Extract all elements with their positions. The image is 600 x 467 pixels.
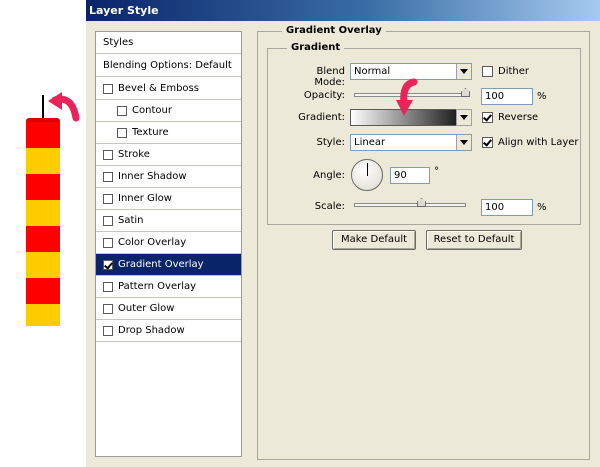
chevron-down-icon[interactable] bbox=[456, 64, 471, 79]
style-item-label: Bevel & Emboss bbox=[118, 83, 199, 94]
angle-label: Angle: bbox=[313, 170, 345, 181]
make-default-button[interactable]: Make Default bbox=[332, 230, 416, 250]
annotation-arrow-icon bbox=[396, 78, 418, 116]
style-item-label: Texture bbox=[132, 127, 169, 138]
style-value: Linear bbox=[354, 137, 386, 148]
group-title: Gradient bbox=[287, 42, 345, 53]
style-item-pattern-overlay[interactable]: Pattern Overlay bbox=[96, 276, 241, 298]
style-item-satin[interactable]: Satin bbox=[96, 210, 241, 232]
style-item-inner-glow[interactable]: Inner Glow bbox=[96, 188, 241, 210]
panel-title: Gradient Overlay bbox=[282, 25, 386, 36]
style-item-bevel-emboss[interactable]: Bevel & Emboss bbox=[96, 78, 241, 100]
style-item-label: Satin bbox=[118, 215, 144, 226]
reverse-label: Reverse bbox=[498, 112, 539, 123]
styles-header[interactable]: Styles bbox=[96, 32, 241, 54]
blend-mode-value: Normal bbox=[354, 66, 391, 77]
chevron-down-icon[interactable] bbox=[456, 135, 471, 150]
scale-unit: % bbox=[537, 202, 547, 213]
align-with-layer-label: Align with Layer bbox=[498, 137, 579, 148]
window-title: Layer Style bbox=[86, 0, 600, 21]
candle-illustration bbox=[26, 92, 80, 326]
inner-glow-checkbox[interactable] bbox=[103, 194, 113, 204]
opacity-unit: % bbox=[537, 91, 547, 102]
opacity-label: Opacity: bbox=[303, 90, 345, 101]
style-item-label: Drop Shadow bbox=[118, 325, 185, 336]
style-item-drop-shadow[interactable]: Drop Shadow bbox=[96, 320, 241, 342]
style-item-label: Stroke bbox=[118, 149, 150, 160]
style-label: Style: bbox=[316, 137, 346, 148]
dither-label: Dither bbox=[498, 66, 530, 77]
style-item-color-overlay[interactable]: Color Overlay bbox=[96, 232, 241, 254]
drop-shadow-checkbox[interactable] bbox=[103, 326, 113, 336]
pattern-overlay-checkbox[interactable] bbox=[103, 282, 113, 292]
angle-input[interactable]: 90 bbox=[390, 167, 430, 184]
scale-slider[interactable] bbox=[354, 198, 466, 207]
reverse-checkbox[interactable] bbox=[482, 112, 493, 123]
gradient-label: Gradient: bbox=[298, 112, 345, 123]
inner-shadow-checkbox[interactable] bbox=[103, 172, 113, 182]
color-overlay-checkbox[interactable] bbox=[103, 238, 113, 248]
style-item-contour[interactable]: Contour bbox=[96, 100, 241, 122]
scale-input[interactable]: 100 bbox=[481, 199, 533, 216]
angle-dial[interactable] bbox=[351, 159, 383, 191]
angle-unit: ° bbox=[434, 166, 439, 177]
styles-list: Styles Blending Options: Default Bevel &… bbox=[95, 31, 242, 457]
contour-checkbox[interactable] bbox=[117, 106, 127, 116]
style-item-stroke[interactable]: Stroke bbox=[96, 144, 241, 166]
style-item-label: Outer Glow bbox=[118, 303, 175, 314]
opacity-input[interactable]: 100 bbox=[481, 88, 533, 105]
angle-needle bbox=[367, 163, 368, 176]
reset-to-default-button[interactable]: Reset to Default bbox=[426, 230, 522, 250]
outer-glow-checkbox[interactable] bbox=[103, 304, 113, 314]
curved-arrow-icon bbox=[48, 92, 80, 122]
style-item-label: Gradient Overlay bbox=[118, 259, 204, 270]
blend-mode-label: Blend Mode: bbox=[314, 66, 345, 88]
gradient-overlay-checkbox[interactable] bbox=[103, 260, 113, 270]
chevron-down-icon[interactable] bbox=[456, 109, 472, 126]
texture-checkbox[interactable] bbox=[117, 128, 127, 138]
satin-checkbox[interactable] bbox=[103, 216, 113, 226]
blending-options[interactable]: Blending Options: Default bbox=[96, 55, 241, 77]
scale-label: Scale: bbox=[314, 201, 345, 212]
candle-body bbox=[26, 122, 60, 326]
style-item-gradient-overlay[interactable]: Gradient Overlay bbox=[96, 254, 241, 276]
style-item-label: Pattern Overlay bbox=[118, 281, 197, 292]
dither-checkbox[interactable] bbox=[482, 66, 493, 77]
bevel-emboss-checkbox[interactable] bbox=[103, 84, 113, 94]
style-item-label: Color Overlay bbox=[118, 237, 187, 248]
stroke-checkbox[interactable] bbox=[103, 150, 113, 160]
layer-style-dialog: Layer Style Styles Blending Options: Def… bbox=[86, 0, 600, 467]
style-item-label: Contour bbox=[132, 105, 172, 116]
align-with-layer-checkbox[interactable] bbox=[482, 137, 493, 148]
style-select[interactable]: Linear bbox=[350, 134, 472, 151]
style-item-texture[interactable]: Texture bbox=[96, 122, 241, 144]
style-item-label: Inner Glow bbox=[118, 193, 172, 204]
style-item-inner-shadow[interactable]: Inner Shadow bbox=[96, 166, 241, 188]
style-item-outer-glow[interactable]: Outer Glow bbox=[96, 298, 241, 320]
style-item-label: Inner Shadow bbox=[118, 171, 187, 182]
